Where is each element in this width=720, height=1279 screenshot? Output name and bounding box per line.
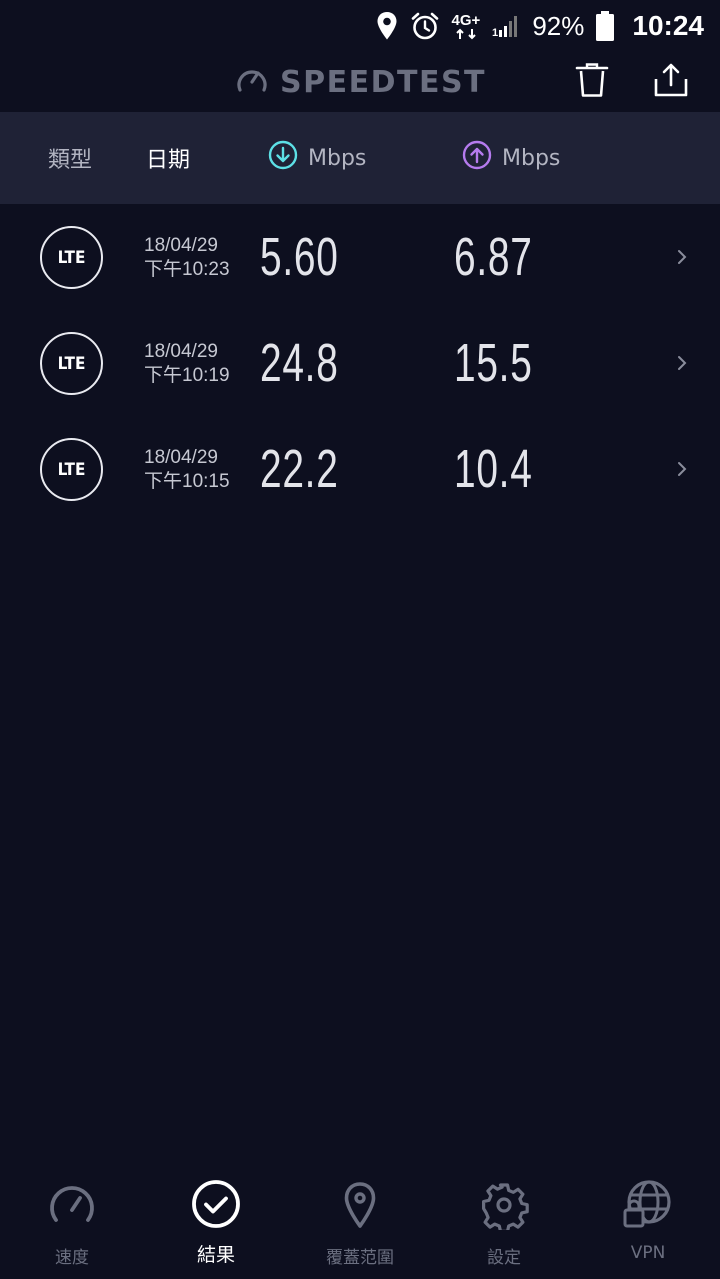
battery-icon — [596, 11, 615, 41]
result-date: 18/04/29 — [144, 341, 218, 362]
connection-type-badge: LTE — [40, 332, 103, 395]
location-icon — [376, 11, 398, 41]
map-pin-icon — [335, 1180, 385, 1230]
nav-label-coverage: 覆蓋范圍 — [326, 1248, 394, 1268]
result-time: 下午10:23 — [144, 259, 230, 280]
upload-speed: 10.4 — [454, 439, 533, 499]
share-button[interactable] — [649, 60, 693, 104]
nav-item-settings[interactable]: 設定 — [432, 1170, 576, 1279]
signal-strength-icon: 1 — [492, 14, 520, 38]
bottom-navigation: 速度 結果 覆蓋范圍 設定 VPN — [0, 1170, 720, 1279]
connection-type-badge: LTE — [40, 438, 103, 501]
result-time: 下午10:15 — [144, 471, 230, 492]
result-row[interactable]: LTE 18/04/29 下午10:23 5.60 6.87 — [0, 204, 720, 310]
nav-item-vpn[interactable]: VPN — [576, 1170, 720, 1279]
download-speed: 24.8 — [260, 333, 339, 393]
result-row[interactable]: LTE 18/04/29 下午10:19 24.8 15.5 — [0, 310, 720, 416]
nav-label-vpn: VPN — [630, 1243, 666, 1263]
nav-label-results: 結果 — [196, 1244, 235, 1266]
column-header-bar: 類型 日期 Mbps Mbps — [0, 112, 720, 204]
nav-label-settings: 設定 — [487, 1248, 521, 1268]
chevron-right-icon — [674, 246, 690, 272]
result-row[interactable]: LTE 18/04/29 下午10:15 22.2 10.4 — [0, 416, 720, 522]
connection-type-badge: LTE — [40, 226, 103, 289]
vpn-globe-lock-icon — [623, 1180, 673, 1230]
speedtest-results-screen: 4G+ 1 92% 10:24 SPEEDTEST 類型 日期 Mbps Mbp… — [0, 0, 720, 1279]
status-bar: 4G+ 1 92% 10:24 — [0, 0, 720, 52]
column-date[interactable]: 日期 — [146, 112, 190, 204]
check-circle-icon — [191, 1180, 241, 1230]
nav-item-speed[interactable]: 速度 — [0, 1170, 144, 1279]
results-list: LTE 18/04/29 下午10:23 5.60 6.87 LTE 18/04… — [0, 204, 720, 522]
network-type-icon: 4G+ — [451, 11, 481, 40]
brand-logo: SPEEDTEST — [234, 62, 486, 102]
result-date: 18/04/29 — [144, 447, 218, 468]
chevron-right-icon — [674, 458, 690, 484]
alarm-icon — [410, 11, 440, 41]
column-download[interactable]: Mbps — [268, 112, 366, 204]
speedometer-icon — [47, 1180, 97, 1230]
column-upload[interactable]: Mbps — [462, 112, 560, 204]
nav-label-speed: 速度 — [55, 1248, 89, 1268]
chevron-right-icon — [674, 352, 690, 378]
gear-icon — [479, 1180, 529, 1233]
battery-percent: 92% — [532, 10, 585, 41]
download-unit-label: Mbps — [308, 145, 367, 171]
delete-button[interactable] — [570, 60, 614, 104]
upload-speed: 6.87 — [454, 227, 533, 287]
trash-icon — [575, 62, 609, 102]
share-icon — [653, 62, 689, 102]
speedometer-logo-icon — [234, 62, 270, 102]
app-header: SPEEDTEST — [0, 52, 720, 112]
upload-speed: 15.5 — [454, 333, 533, 393]
upload-arrow-icon — [462, 140, 492, 176]
upload-unit-label: Mbps — [502, 145, 561, 171]
nav-item-results[interactable]: 結果 — [144, 1170, 288, 1279]
result-date: 18/04/29 — [144, 235, 218, 256]
network-type-label: 4G+ — [451, 11, 481, 29]
svg-text:1: 1 — [492, 27, 498, 38]
download-speed: 22.2 — [260, 439, 339, 499]
app-title: SPEEDTEST — [280, 64, 487, 100]
download-speed: 5.60 — [260, 227, 339, 287]
status-time: 10:24 — [632, 10, 704, 41]
column-type[interactable]: 類型 — [48, 112, 92, 204]
nav-item-coverage[interactable]: 覆蓋范圍 — [288, 1170, 432, 1279]
result-time: 下午10:19 — [144, 365, 230, 386]
download-arrow-icon — [268, 140, 298, 176]
